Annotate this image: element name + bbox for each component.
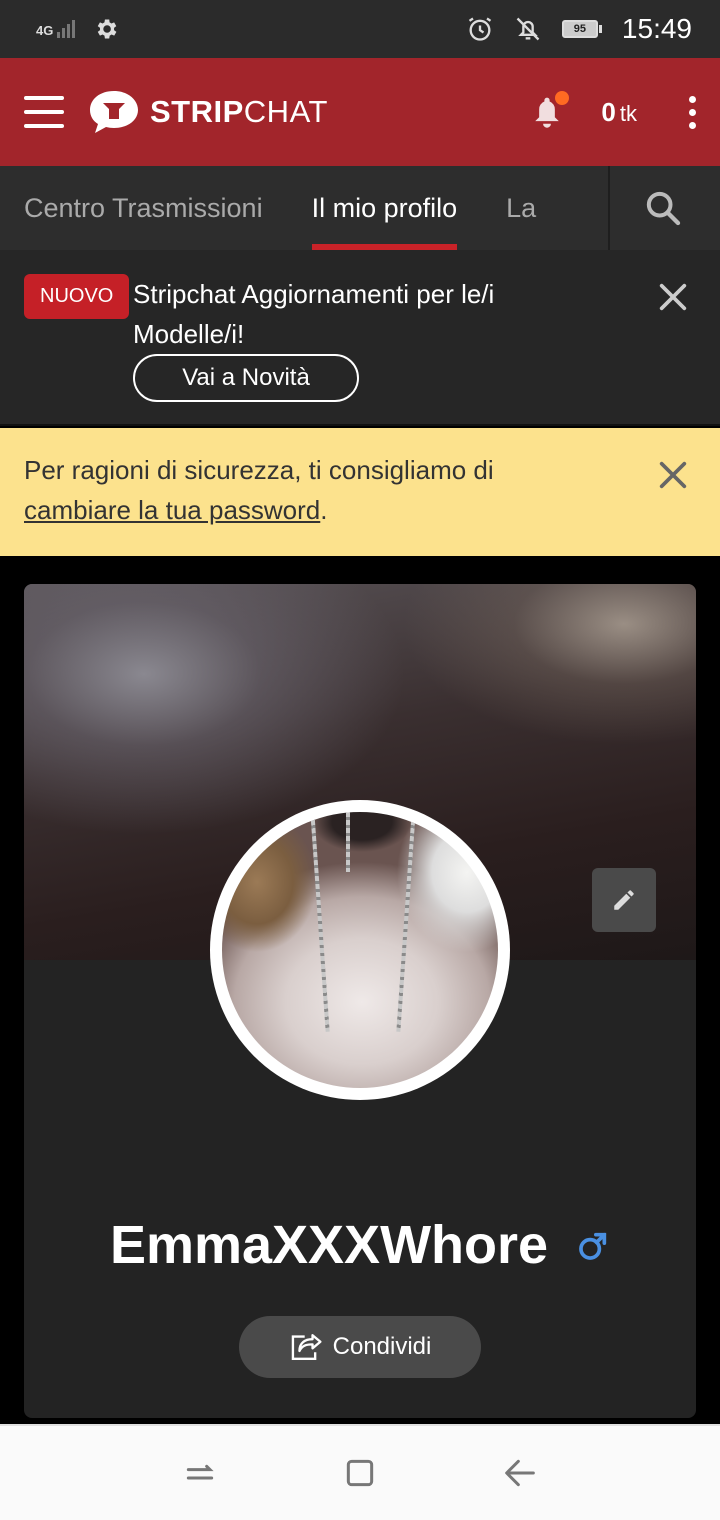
- system-nav-bar: [0, 1424, 720, 1520]
- username-row: EmmaXXXWhore: [24, 1214, 696, 1276]
- search-button[interactable]: [608, 166, 716, 250]
- avatar[interactable]: [210, 800, 510, 1100]
- token-balance[interactable]: 0 tk: [601, 97, 637, 128]
- pencil-icon: [614, 890, 634, 910]
- home-icon[interactable]: [340, 1453, 380, 1493]
- warning-text-after: .: [320, 495, 328, 525]
- network-indicator: 4G: [36, 20, 76, 38]
- app-header: STRIPCHAT 0 tk: [0, 58, 720, 166]
- tab-more[interactable]: La: [506, 166, 536, 250]
- stripchat-logo[interactable]: STRIPCHAT: [88, 89, 328, 135]
- news-text: Stripchat Aggiornamenti per le/i Modelle…: [133, 279, 495, 349]
- notifications-off-icon: [516, 17, 540, 41]
- alarm-icon: [468, 17, 492, 41]
- new-badge: NUOVO: [24, 274, 130, 319]
- edit-cover-button[interactable]: [592, 868, 656, 932]
- tab-bar: Centro Trasmissioni Il mio profilo La: [0, 166, 720, 250]
- token-unit: tk: [619, 100, 637, 126]
- notification-dot: [555, 91, 570, 105]
- share-icon: [291, 1334, 322, 1360]
- tab-my-profile[interactable]: Il mio profilo: [311, 166, 457, 250]
- battery-level: 95: [561, 20, 598, 38]
- recent-apps-icon[interactable]: [180, 1453, 220, 1493]
- warning-text-before: Per ragioni di sicurezza, ti consigliamo…: [24, 455, 494, 485]
- share-label: Condividi: [332, 1333, 432, 1360]
- more-options-icon[interactable]: [689, 95, 696, 129]
- security-warning-banner: Per ragioni di sicurezza, ti consigliamo…: [0, 428, 720, 556]
- back-icon[interactable]: [500, 1453, 540, 1493]
- network-type: 4G: [36, 23, 54, 38]
- logo-text-bold: STRIP: [150, 94, 244, 129]
- change-password-link[interactable]: cambiare la tua password: [24, 495, 320, 525]
- battery-icon: 95: [561, 20, 602, 38]
- close-news-icon[interactable]: [656, 280, 690, 314]
- search-icon: [646, 191, 681, 226]
- username: EmmaXXXWhore: [109, 1215, 549, 1275]
- signal-icon: [57, 20, 76, 38]
- notifications-button[interactable]: [531, 91, 570, 129]
- logo-text-light: CHAT: [243, 94, 328, 129]
- token-value: 0: [601, 96, 616, 127]
- profile-card: EmmaXXXWhore Condividi: [24, 584, 696, 1418]
- clock: 15:49: [621, 13, 692, 44]
- menu-icon[interactable]: [24, 96, 64, 128]
- logo-mark-icon: [90, 91, 138, 133]
- settings-icon: [98, 19, 117, 39]
- warning-text: Per ragioni di sicurezza, ti consigliamo…: [24, 450, 604, 530]
- avatar-image: [222, 812, 498, 1088]
- go-to-news-button[interactable]: Vai a Novità: [133, 354, 359, 402]
- male-symbol-icon: [579, 1232, 607, 1260]
- status-bar: 4G 95 15:49: [0, 0, 720, 58]
- tab-broadcast-center[interactable]: Centro Trasmissioni: [24, 166, 263, 250]
- news-banner: NUOVO Stripchat Aggiornamenti per le/i M…: [0, 250, 720, 426]
- close-warning-icon[interactable]: [656, 458, 690, 492]
- share-button[interactable]: Condividi: [239, 1316, 481, 1378]
